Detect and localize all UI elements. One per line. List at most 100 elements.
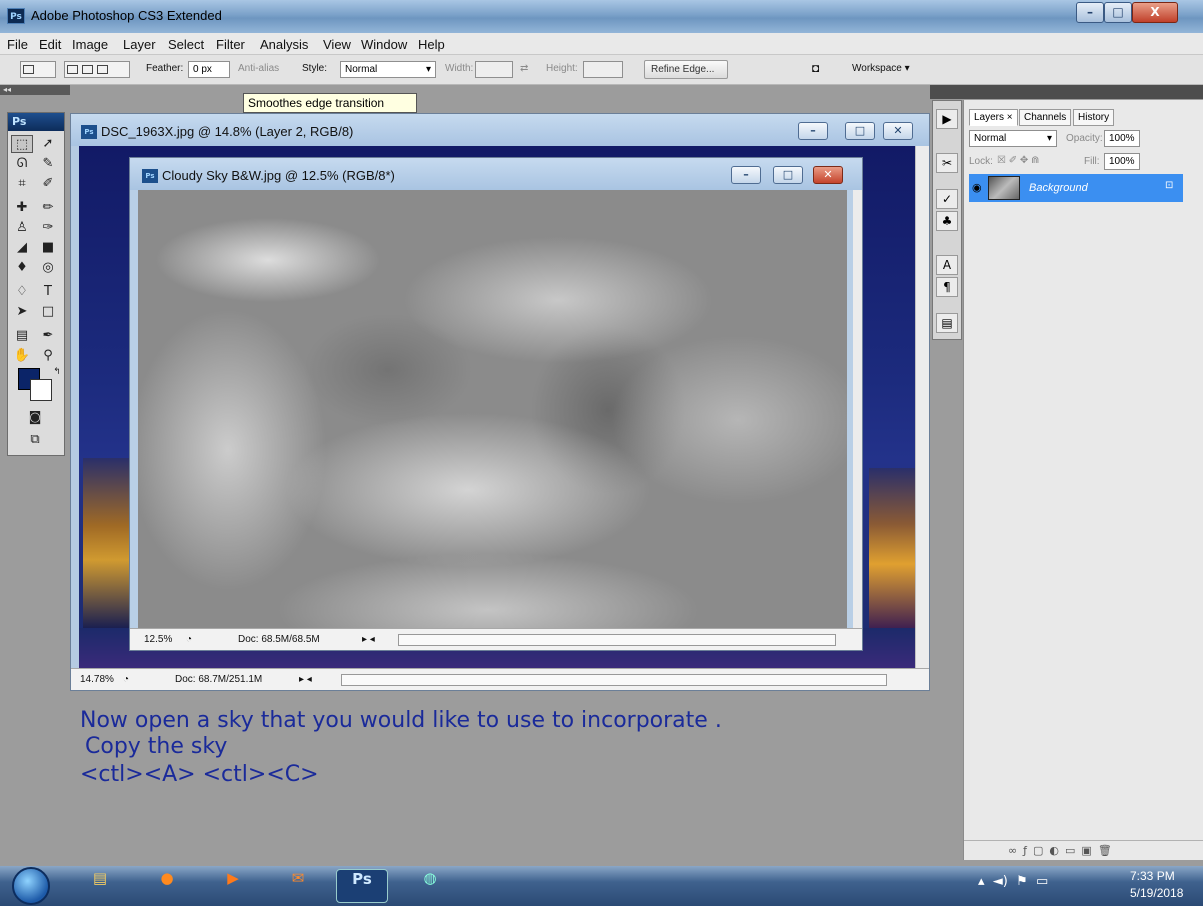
- pen-tool-icon[interactable]: ♢: [11, 283, 33, 301]
- document-minimize-button[interactable]: –: [731, 166, 761, 184]
- firefox-icon[interactable]: ●: [141, 869, 193, 903]
- minimize-button[interactable]: –: [1076, 2, 1104, 23]
- magic-wand-icon[interactable]: ✎: [37, 155, 59, 173]
- fill-input[interactable]: 100%: [1104, 153, 1140, 170]
- start-button[interactable]: [12, 867, 50, 905]
- horizontal-scrollbar[interactable]: [398, 634, 836, 646]
- marquee-preset-picker[interactable]: [20, 61, 56, 78]
- document-title-bar[interactable]: Ps DSC_1963X.jpg @ 14.8% (Layer 2, RGB/8…: [71, 114, 929, 146]
- mail-icon[interactable]: ✉: [272, 869, 324, 903]
- document-title-bar[interactable]: Ps Cloudy Sky B&W.jpg @ 12.5% (RGB/8*) –…: [130, 158, 862, 190]
- horizontal-scrollbar[interactable]: [341, 674, 887, 686]
- eraser-tool-icon[interactable]: ◢: [11, 239, 33, 257]
- layers-footer-icons[interactable]: ∞ƒ▢◐▭▣🗑: [964, 840, 1203, 860]
- media-player-icon[interactable]: ▶: [207, 869, 259, 903]
- marquee-tool-icon[interactable]: ⬚: [11, 135, 33, 153]
- network-icon[interactable]: ◍: [404, 869, 456, 903]
- menu-file[interactable]: File: [7, 37, 28, 52]
- document-maximize-button[interactable]: □: [773, 166, 803, 184]
- document-minimize-button[interactable]: –: [798, 122, 828, 140]
- subtract-selection-icon: [97, 65, 108, 74]
- photoshop-taskbar-button[interactable]: Ps: [336, 869, 388, 903]
- quick-mask-icon[interactable]: ◙: [24, 409, 46, 427]
- tab-history[interactable]: History: [1073, 109, 1115, 126]
- clone-source-icon[interactable]: ♣: [936, 211, 958, 231]
- history-brush-icon[interactable]: ✑: [37, 219, 59, 237]
- document-maximize-button[interactable]: □: [845, 122, 875, 140]
- swap-icon[interactable]: ⇄: [520, 63, 528, 74]
- notes-tool-icon[interactable]: ▤: [11, 327, 33, 345]
- clone-stamp-icon[interactable]: ♙: [11, 219, 33, 237]
- character-panel-icon[interactable]: A: [936, 255, 958, 275]
- screen-mode-icon[interactable]: ⧉: [24, 431, 46, 449]
- menu-layer[interactable]: Layer: [123, 37, 156, 52]
- menu-image[interactable]: Image: [72, 37, 108, 52]
- tab-layers[interactable]: Layers ×: [969, 109, 1018, 126]
- lock-icons[interactable]: ☒ ✐ ✥ ⋒: [997, 155, 1039, 166]
- menu-window[interactable]: Window: [361, 37, 407, 52]
- document-title: DSC_1963X.jpg @ 14.8% (Layer 2, RGB/8): [101, 124, 354, 139]
- vertical-scrollbar[interactable]: [853, 190, 862, 630]
- brush-tool-icon[interactable]: ✏: [37, 199, 59, 217]
- info-panel-icon[interactable]: ▤: [936, 313, 958, 333]
- menu-filter[interactable]: Filter: [216, 37, 245, 52]
- menu-select[interactable]: Select: [168, 37, 204, 52]
- menu-help[interactable]: Help: [418, 37, 445, 52]
- feather-input[interactable]: 0 px: [188, 61, 230, 78]
- zoom-level[interactable]: 12.5%: [144, 634, 172, 645]
- background-color-swatch[interactable]: [30, 379, 52, 401]
- opacity-input[interactable]: 100%: [1104, 130, 1140, 147]
- clock-date[interactable]: 5/19/2018: [1130, 886, 1183, 900]
- refine-edge-button[interactable]: Refine Edge...: [644, 60, 728, 79]
- cloudy-sky-canvas[interactable]: [138, 190, 847, 630]
- gradient-tool-icon[interactable]: ■: [37, 239, 59, 257]
- bridge-icon[interactable]: ◘: [812, 61, 819, 75]
- document-window-front[interactable]: Ps Cloudy Sky B&W.jpg @ 12.5% (RGB/8*) –…: [129, 157, 863, 651]
- menu-analysis[interactable]: Analysis: [260, 37, 308, 52]
- menu-edit[interactable]: Edit: [39, 37, 61, 52]
- paragraph-panel-icon[interactable]: ¶: [936, 277, 958, 297]
- crop-tool-icon[interactable]: ⌗: [11, 175, 33, 193]
- status-menu-icon[interactable]: ◔: [123, 674, 129, 685]
- width-input[interactable]: [475, 61, 513, 78]
- workspace-menu[interactable]: Workspace ▾: [852, 63, 910, 74]
- path-select-icon[interactable]: ➤: [11, 303, 33, 321]
- zoom-level[interactable]: 14.78%: [80, 674, 114, 685]
- eyedropper-icon[interactable]: ✒: [37, 327, 59, 345]
- vertical-scrollbar[interactable]: [915, 146, 929, 668]
- selection-mode-buttons[interactable]: [64, 61, 130, 78]
- doc-size: Doc: 68.7M/251.1M: [175, 674, 263, 685]
- dodge-tool-icon[interactable]: ◎: [37, 259, 59, 277]
- lasso-tool-icon[interactable]: ᘏ: [11, 155, 33, 173]
- type-tool-icon[interactable]: T: [37, 283, 59, 301]
- height-input[interactable]: [583, 61, 623, 78]
- move-tool-icon[interactable]: ➚: [37, 135, 59, 153]
- antialias-checkbox[interactable]: Anti-alias: [238, 63, 279, 74]
- status-menu-icon[interactable]: ◔: [186, 634, 192, 645]
- status-arrow-icon[interactable]: ▸ ◂: [362, 634, 375, 645]
- shape-tool-icon[interactable]: □: [37, 303, 59, 321]
- layer-row[interactable]: ◉ Background ⊡: [969, 174, 1183, 202]
- close-button[interactable]: X: [1132, 2, 1178, 23]
- brushes-panel-icon[interactable]: ✓: [936, 189, 958, 209]
- swap-colors-icon[interactable]: ↰: [46, 363, 68, 381]
- feather-label: Feather:: [146, 63, 184, 74]
- document-close-button[interactable]: ✕: [883, 122, 913, 140]
- clock-time[interactable]: 7:33 PM: [1130, 869, 1175, 883]
- actions-panel-icon[interactable]: ▶: [936, 109, 958, 129]
- system-tray-icons[interactable]: ▴ ◄) ⚑ ▭: [978, 874, 1048, 889]
- maximize-button[interactable]: □: [1104, 2, 1132, 23]
- eye-icon[interactable]: ◉: [972, 181, 982, 194]
- blur-tool-icon[interactable]: ♦: [11, 259, 33, 277]
- status-arrow-icon[interactable]: ▸ ◂: [299, 674, 312, 685]
- style-select[interactable]: Normal ▾: [340, 61, 436, 78]
- tab-channels[interactable]: Channels: [1019, 109, 1072, 126]
- document-close-button[interactable]: ✕: [813, 166, 843, 184]
- blend-mode-select[interactable]: Normal ▾: [969, 130, 1057, 147]
- menu-view[interactable]: View: [323, 37, 351, 52]
- hand-tool-icon[interactable]: ✋: [11, 347, 33, 365]
- slice-tool-icon[interactable]: ✐: [37, 175, 59, 193]
- tool-presets-icon[interactable]: ✂: [936, 153, 958, 173]
- file-explorer-icon[interactable]: ▤: [74, 869, 126, 903]
- healing-brush-icon[interactable]: ✚: [11, 199, 33, 217]
